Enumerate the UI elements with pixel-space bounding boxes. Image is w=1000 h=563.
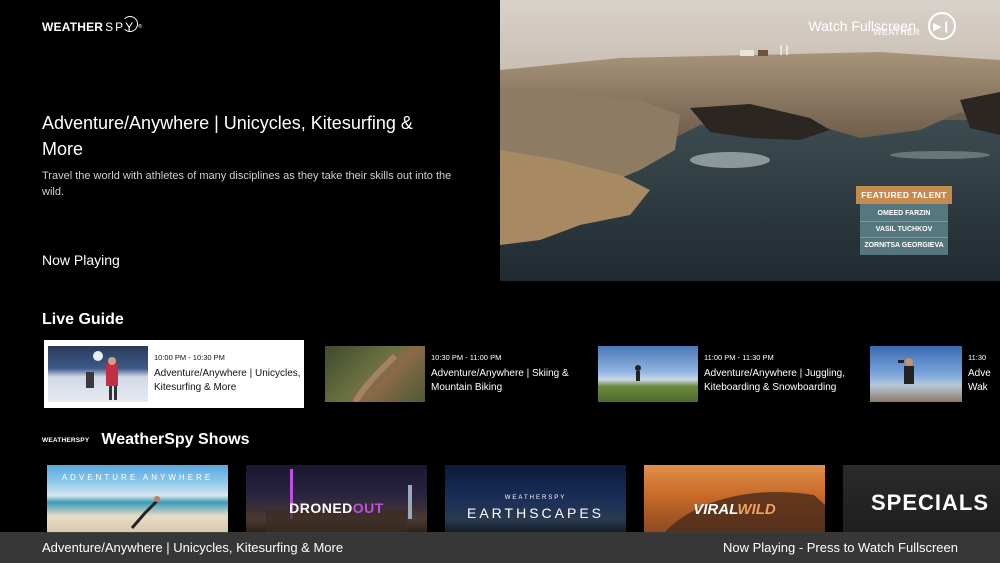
- logo-registered-mark: ®: [138, 24, 142, 30]
- guide-program-name: Adventure/Anywhere | Skiing & Mountain B…: [431, 368, 569, 393]
- now-playing-bar[interactable]: Adventure/Anywhere | Unicycles, Kitesurf…: [0, 532, 1000, 563]
- guide-time: 11:00 PM - 11:30 PM: [704, 353, 774, 362]
- guide-time: 10:30 PM - 11:00 PM: [431, 353, 502, 362]
- guide-card[interactable]: 10:00 PM - 10:30 PM Adventure/Anywhere |…: [44, 340, 304, 408]
- live-guide-title: Live Guide: [42, 311, 124, 328]
- show-title: VIRALWILD: [693, 500, 776, 518]
- live-guide-row: 10:00 PM - 10:30 PM Adventure/Anywhere |…: [44, 340, 1000, 408]
- guide-thumbnail: [598, 346, 698, 402]
- show-card-dronedout[interactable]: DRONEDOUT: [246, 465, 427, 533]
- guide-info: 11:30 Adve Wak: [968, 353, 1000, 395]
- featured-talent-list: OMEED FARZIN VASIL TUCHKOV ZORNITSA GEOR…: [860, 204, 948, 255]
- talent-name: VASIL TUCHKOV: [860, 222, 948, 238]
- logo-ring-icon: [122, 16, 139, 32]
- guide-thumbnail: [325, 346, 425, 402]
- shows-row: ADVENTURE ANYWHERE DRONEDOUT WEATHERSPY …: [47, 465, 1000, 533]
- guide-card[interactable]: 11:30 Adve Wak: [866, 340, 1000, 408]
- guide-time: 11:30: [968, 353, 987, 362]
- guide-program-name: Adventure/Anywhere | Unicycles, Kitesurf…: [154, 368, 301, 393]
- guide-thumbnail: [48, 346, 148, 402]
- logo-weather-text: WEATHER: [42, 20, 104, 34]
- guide-info: 11:00 PM - 11:30 PM Adventure/Anywhere |…: [704, 353, 854, 395]
- shows-weatherspy-logo: WEATHERSPY: [42, 436, 90, 444]
- featured-talent-panel: FEATURED TALENT OMEED FARZIN VASIL TUCHK…: [856, 186, 952, 255]
- bottom-fullscreen-hint: Now Playing - Press to Watch Fullscreen: [722, 540, 958, 555]
- hero-title: Adventure/Anywhere | Unicycles, Kitesurf…: [42, 113, 413, 159]
- guide-info: 10:30 PM - 11:00 PM Adventure/Anywhere |…: [431, 353, 581, 395]
- guide-program-name: Adve Wak: [968, 368, 991, 393]
- show-title: DRONEDOUT: [289, 500, 384, 516]
- now-playing-label: Now Playing: [42, 252, 120, 268]
- show-card-viralwild[interactable]: VIRALWILD: [644, 465, 825, 533]
- logo-spy-text: SPY: [105, 16, 139, 34]
- show-card-adventure-anywhere[interactable]: ADVENTURE ANYWHERE: [47, 465, 228, 533]
- talent-name: OMEED FARZIN: [860, 206, 948, 222]
- guide-time: 10:00 PM - 10:30 PM: [154, 353, 225, 362]
- play-pause-icon[interactable]: ▶❙: [928, 12, 956, 40]
- shows-title: WeatherSpy Shows: [101, 431, 250, 448]
- show-title: EARTHSCAPES: [467, 505, 604, 521]
- show-card-earthscapes[interactable]: WEATHERSPY EARTHSCAPES: [445, 465, 626, 533]
- show-subtitle: WEATHERSPY: [504, 495, 567, 501]
- guide-thumbnail: [870, 346, 962, 402]
- shows-header: WEATHERSPY WeatherSpy Shows: [42, 431, 250, 449]
- weatherspy-logo: WEATHER SPY ®: [42, 16, 142, 34]
- video-watermark: WEATHER: [873, 27, 920, 37]
- show-title: ADVENTURE ANYWHERE: [61, 473, 214, 482]
- bottom-program-title: Adventure/Anywhere | Unicycles, Kitesurf…: [42, 540, 344, 555]
- featured-talent-heading: FEATURED TALENT: [856, 186, 952, 204]
- show-title: SPECIALS: [871, 490, 990, 515]
- video-player[interactable]: Watch Fullscreen WEATHER ▶❙ FEATURED TAL…: [500, 0, 1000, 281]
- talent-name: ZORNITSA GEORGIEVA: [864, 242, 944, 249]
- guide-info: 10:00 PM - 10:30 PM Adventure/Anywhere |…: [154, 353, 304, 395]
- hero-description: Travel the world with athletes of many d…: [42, 170, 452, 198]
- guide-program-name: Adventure/Anywhere | Juggling, Kiteboard…: [704, 368, 846, 393]
- guide-card[interactable]: 11:00 PM - 11:30 PM Adventure/Anywhere |…: [594, 340, 854, 408]
- show-card-specials[interactable]: SPECIALS: [843, 465, 1000, 533]
- guide-card[interactable]: 10:30 PM - 11:00 PM Adventure/Anywhere |…: [321, 340, 581, 408]
